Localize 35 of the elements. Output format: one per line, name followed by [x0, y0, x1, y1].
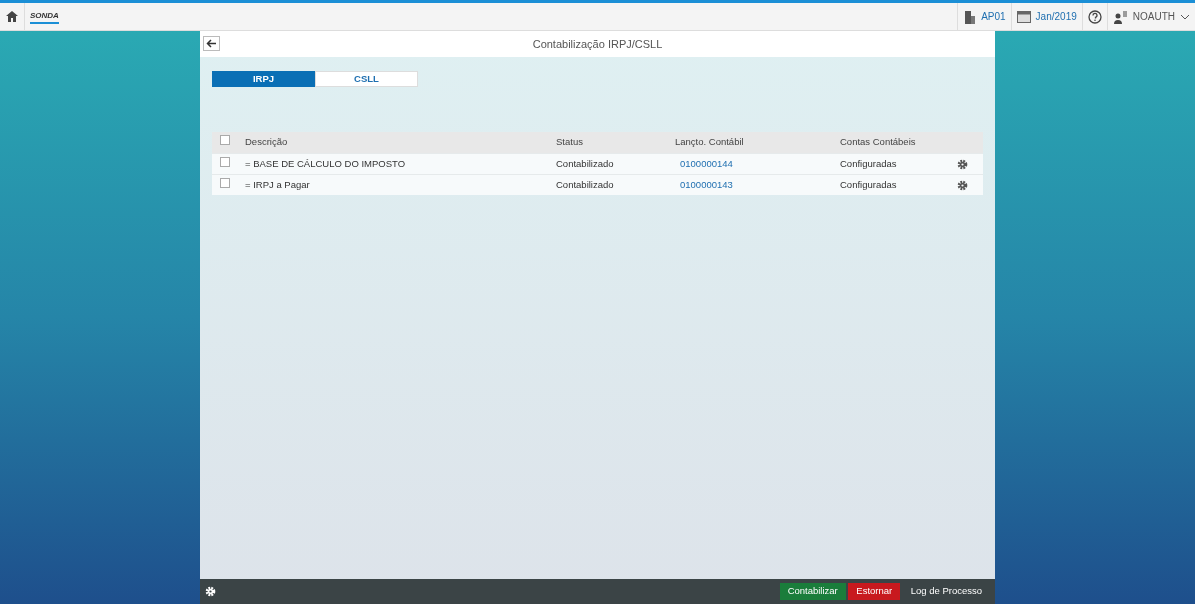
column-header: Status	[556, 136, 583, 148]
table-cell: Contabilizado	[556, 178, 614, 190]
period-link[interactable]: Jan/2019	[1035, 9, 1077, 24]
table-cell: Configuradas	[840, 157, 897, 169]
column-header: Descrição	[245, 136, 288, 148]
home-icon[interactable]	[5, 10, 19, 23]
footer-button[interactable]: Estornar	[848, 583, 901, 600]
help-icon[interactable]	[1087, 9, 1102, 24]
logo[interactable]: SONDA	[30, 9, 59, 24]
document-link[interactable]: 0100000144	[680, 157, 733, 169]
page-title: Contabilização IRPJ/CSLL	[532, 36, 663, 52]
checkbox[interactable]	[220, 156, 230, 167]
building-icon	[963, 9, 977, 24]
company-link[interactable]: AP01	[981, 9, 1006, 24]
gear-icon[interactable]	[957, 158, 968, 170]
table-cell: Contabilizado	[556, 157, 614, 169]
table-cell: Configuradas	[840, 178, 897, 190]
back-button[interactable]	[203, 36, 220, 51]
settings-icon[interactable]	[205, 586, 216, 597]
chevron-down-icon[interactable]	[1180, 13, 1190, 20]
checkbox[interactable]	[220, 177, 230, 188]
column-header: Lançto. Contábil	[675, 136, 744, 148]
footer-button[interactable]: Log de Processo	[902, 583, 990, 600]
footer-button[interactable]: Contabilizar	[779, 583, 846, 600]
document-link[interactable]: 0100000143	[680, 178, 733, 190]
table-cell: = IRPJ a Pagar	[245, 178, 310, 190]
column-header: Contas Contábeis	[840, 136, 916, 148]
gear-icon[interactable]	[957, 179, 968, 191]
tab[interactable]: IRPJ	[212, 71, 315, 87]
user-name[interactable]: NOAUTH	[1132, 9, 1175, 24]
tab[interactable]: CSLL	[315, 71, 418, 87]
checkbox[interactable]	[220, 135, 230, 146]
table-cell: = BASE DE CÁLCULO DO IMPOSTO	[245, 157, 406, 169]
user-icon	[1112, 9, 1128, 24]
calendar-icon	[1016, 10, 1031, 23]
